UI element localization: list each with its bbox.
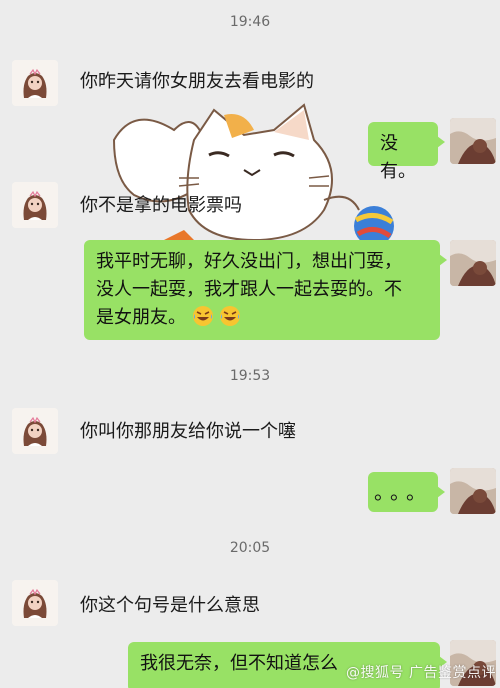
cat-sticker-image <box>112 103 394 250</box>
my-avatar[interactable] <box>450 468 496 514</box>
friend-message[interactable]: 你不是拿的电影票吗 <box>80 194 242 218</box>
friend-message[interactable]: 你叫你那朋友给你说一个噻 <box>80 420 296 444</box>
friend-avatar[interactable] <box>12 408 58 454</box>
my-message[interactable]: 没有。 <box>368 122 445 182</box>
watermark-text: @搜狐号 广告鉴赏点评 <box>346 665 496 681</box>
friend-avatar[interactable] <box>12 580 58 626</box>
laughing-tears-emoji-icon <box>220 306 241 326</box>
timestamp: 20:05 <box>229 540 271 556</box>
timestamp: 19:46 <box>229 14 271 30</box>
laughing-tears-emoji-icon <box>192 306 213 326</box>
ellipsis-text: 。。。 <box>374 480 432 504</box>
friend-avatar[interactable] <box>12 182 58 228</box>
chat-window: 19:46 你昨天请你女朋友去看电影的 没有。 你不是拿的电影票吗 我平时无聊，… <box>0 0 500 688</box>
friend-message[interactable]: 你这个句号是什么意思 <box>80 594 260 618</box>
friend-avatar[interactable] <box>12 60 58 106</box>
friend-message[interactable]: 你昨天请你女朋友去看电影的 <box>80 70 314 94</box>
timestamp: 19:53 <box>229 368 271 384</box>
my-avatar[interactable] <box>450 240 496 286</box>
my-avatar[interactable] <box>450 118 496 164</box>
my-message[interactable]: 我平时无聊，好久没出门，想出门耍， 没人一起耍，我才跟人一起去耍的。不 是女朋友… <box>84 240 447 340</box>
